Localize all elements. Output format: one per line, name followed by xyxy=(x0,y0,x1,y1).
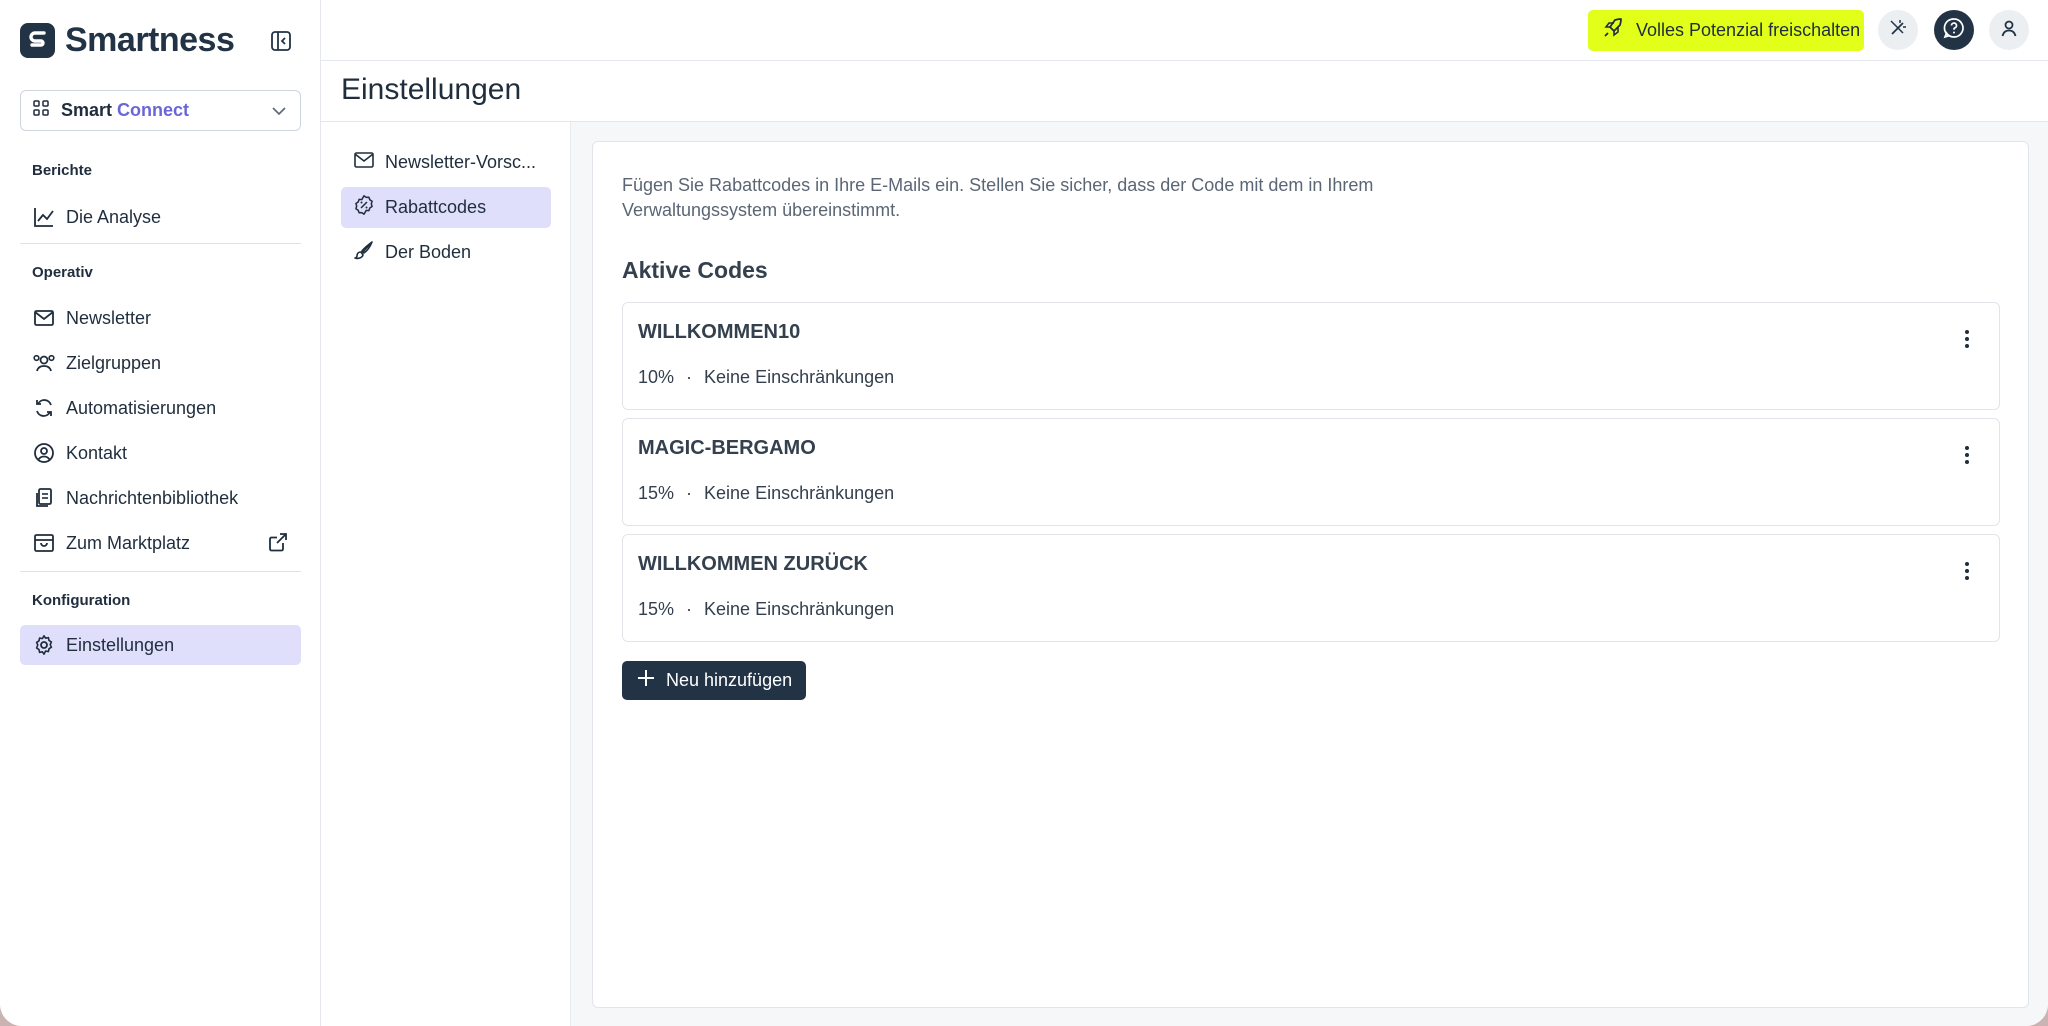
collapse-sidebar-icon[interactable] xyxy=(268,28,294,54)
sidebar-item-label: Die Analyse xyxy=(66,206,162,227)
discount-description: Fügen Sie Rabattcodes in Ihre E-Mails ei… xyxy=(622,175,1374,220)
plus-icon xyxy=(636,668,656,693)
profile-button[interactable] xyxy=(1989,10,2029,50)
mail-icon xyxy=(353,149,375,176)
sidebar-item-analyse[interactable]: Die Analyse xyxy=(20,197,301,237)
brush-icon xyxy=(353,239,375,266)
sidebar: Smartness Smart Connect Berichte Die Ana… xyxy=(0,0,321,1026)
add-code-label: Neu hinzufügen xyxy=(666,670,793,690)
separator: · xyxy=(686,599,693,619)
code-item: WILLKOMMEN ZURÜCK 15% · Keine Einschränk… xyxy=(622,534,2000,642)
divider xyxy=(20,571,301,572)
code-meta: 15% · Keine Einschränkungen xyxy=(638,599,894,620)
app-window: Smartness Smart Connect Berichte Die Ana… xyxy=(0,0,2048,1026)
sidebar-item-label: Zielgruppen xyxy=(66,352,162,373)
workspace-product: Connect xyxy=(117,100,190,120)
user-icon xyxy=(1999,18,2019,43)
section-label-konfiguration: Konfiguration xyxy=(32,592,131,609)
section-label-berichte: Berichte xyxy=(32,162,93,179)
help-button[interactable] xyxy=(1934,10,1974,50)
grid-icon xyxy=(33,100,49,121)
sidebar-item-label: Kontakt xyxy=(66,442,128,463)
code-percent: 10% xyxy=(638,367,675,387)
users-icon xyxy=(32,351,56,375)
gear-icon xyxy=(32,633,56,657)
page-header: Einstellungen xyxy=(321,61,2048,122)
subnav-item-label: Der Boden xyxy=(385,242,472,262)
subnav-item-rabattcodes[interactable]: Rabattcodes xyxy=(341,187,551,228)
sidebar-item-nachrichtenbibliothek[interactable]: Nachrichtenbibliothek xyxy=(20,478,301,518)
sidebar-item-label: Newsletter xyxy=(66,307,152,328)
workspace-selector[interactable]: Smart Connect xyxy=(20,90,301,131)
code-restriction: Keine Einschränkungen xyxy=(704,483,895,503)
code-meta: 10% · Keine Einschränkungen xyxy=(638,367,894,388)
code-percent: 15% xyxy=(638,599,675,619)
more-vertical-icon[interactable] xyxy=(1955,443,1979,467)
code-percent: 15% xyxy=(638,483,675,503)
mail-icon xyxy=(32,306,56,330)
workspace-name: Smart xyxy=(61,100,113,120)
code-meta: 15% · Keine Einschränkungen xyxy=(638,483,894,504)
upgrade-button[interactable]: Volles Potenzial freischalten xyxy=(1588,10,1864,51)
top-bar: Volles Potenzial freischalten xyxy=(321,0,2048,61)
subnav-item-der-boden[interactable]: Der Boden xyxy=(341,232,551,273)
sidebar-item-label: Automatisierungen xyxy=(66,397,217,418)
sidebar-item-zielgruppen[interactable]: Zielgruppen xyxy=(20,343,301,383)
chart-line-icon xyxy=(32,205,56,229)
external-link-icon xyxy=(267,531,289,558)
more-vertical-icon[interactable] xyxy=(1955,559,1979,583)
upgrade-label: Volles Potenzial freischalten xyxy=(1636,20,1861,40)
divider xyxy=(20,243,301,244)
section-label-operativ: Operativ xyxy=(32,264,93,281)
help-icon xyxy=(1943,17,1965,44)
code-name: WILLKOMMEN ZURÜCK xyxy=(638,553,868,575)
app-name: Smartness xyxy=(65,20,235,59)
magic-wand-button[interactable] xyxy=(1878,10,1918,50)
chevron-down-icon xyxy=(270,102,288,125)
code-restriction: Keine Einschränkungen xyxy=(704,599,895,619)
sidebar-item-marktplatz[interactable]: Zum Marktplatz xyxy=(20,523,301,563)
sidebar-item-label: Einstellungen xyxy=(66,634,175,655)
files-icon xyxy=(32,486,56,510)
sidebar-item-label: Zum Marktplatz xyxy=(66,532,191,553)
code-item: WILLKOMMEN10 10% · Keine Einschränkungen xyxy=(622,302,2000,410)
separator: · xyxy=(686,483,693,503)
rocket-icon xyxy=(1602,17,1624,44)
user-circle-icon xyxy=(32,441,56,465)
separator: · xyxy=(686,367,693,387)
sidebar-item-kontakt[interactable]: Kontakt xyxy=(20,433,301,473)
magic-wand-icon xyxy=(1888,18,1908,43)
settings-subnav: Newsletter-Vorsc... Rabattcodes Der Bode… xyxy=(321,122,571,1026)
refresh-icon xyxy=(32,396,56,420)
logo[interactable]: Smartness xyxy=(20,20,300,60)
discount-codes-card: Fügen Sie Rabattcodes in Ihre E-Mails ei… xyxy=(592,141,2029,1008)
subnav-item-newsletter-vorschau[interactable]: Newsletter-Vorsc... xyxy=(341,142,551,183)
code-name: WILLKOMMEN10 xyxy=(638,321,801,343)
active-codes-title: Aktive Codes xyxy=(622,257,768,283)
sidebar-item-automatisierungen[interactable]: Automatisierungen xyxy=(20,388,301,428)
code-restriction: Keine Einschränkungen xyxy=(704,367,895,387)
smartness-logo-icon xyxy=(20,22,55,58)
code-item: MAGIC-BERGAMO 15% · Keine Einschränkunge… xyxy=(622,418,2000,526)
sidebar-item-einstellungen[interactable]: Einstellungen xyxy=(20,625,301,665)
subnav-item-label: Rabattcodes xyxy=(385,197,487,217)
subnav-item-label: Newsletter-Vorsc... xyxy=(385,152,537,172)
add-code-button[interactable]: Neu hinzufügen xyxy=(622,661,806,700)
sidebar-item-label: Nachrichtenbibliothek xyxy=(66,487,239,508)
page-title: Einstellungen xyxy=(341,73,522,106)
sidebar-item-newsletter[interactable]: Newsletter xyxy=(20,298,301,338)
discount-icon xyxy=(353,194,375,221)
code-name: MAGIC-BERGAMO xyxy=(638,437,816,459)
store-icon xyxy=(32,531,56,555)
more-vertical-icon[interactable] xyxy=(1955,327,1979,351)
